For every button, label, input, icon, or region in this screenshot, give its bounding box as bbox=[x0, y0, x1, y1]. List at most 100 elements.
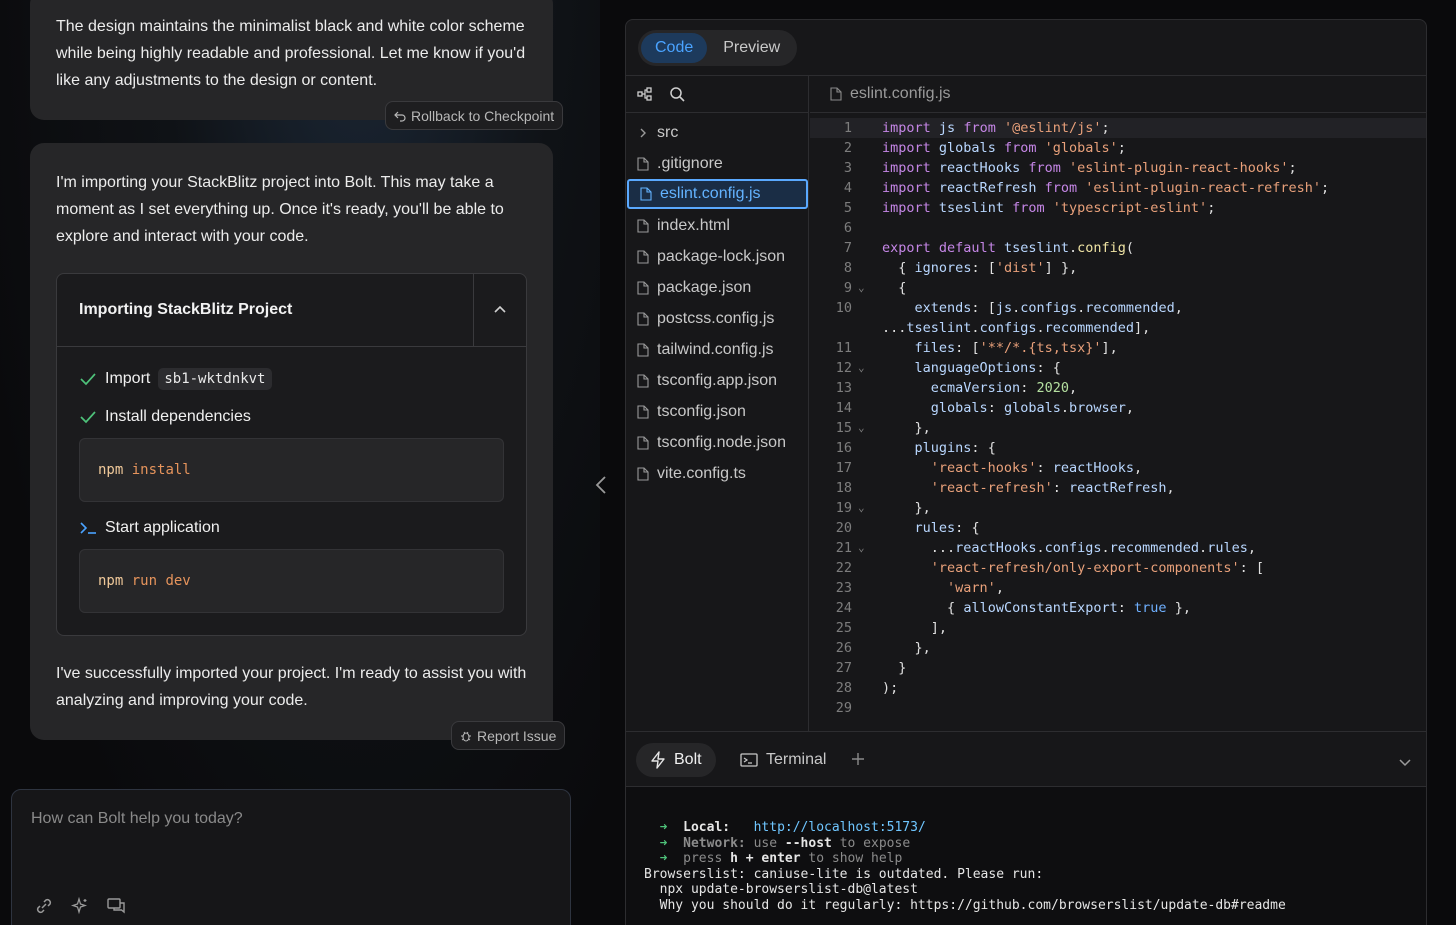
code-text: import reactRefresh from 'eslint-plugin-… bbox=[882, 180, 1330, 196]
tree-folder-src[interactable]: src bbox=[626, 118, 809, 148]
line-number: 24 bbox=[835, 600, 852, 616]
code-line[interactable]: 11 files: ['**/*.{ts,tsx}'], bbox=[810, 338, 1426, 358]
code-line[interactable]: 12 ⌄ languageOptions: { bbox=[810, 358, 1426, 378]
code-text: ...tseslint.configs.recommended], bbox=[882, 320, 1151, 336]
code-editor[interactable]: 1 import js from '@eslint/js'; 2 import glo… bbox=[810, 118, 1426, 730]
help-text: press bbox=[683, 851, 731, 867]
tree-file[interactable]: index.html bbox=[626, 211, 809, 241]
tree-file-selected[interactable]: eslint.config.js bbox=[627, 179, 808, 209]
import-artifact-header[interactable]: Importing StackBlitz Project bbox=[57, 274, 526, 347]
tab-terminal[interactable]: Terminal bbox=[726, 743, 840, 777]
code-line[interactable]: 13 ecmaVersion: 2020, bbox=[810, 378, 1426, 398]
code-line[interactable]: 10 extends: [js.configs.recommended, bbox=[810, 298, 1426, 318]
toggle-terminal-button[interactable] bbox=[1398, 754, 1412, 772]
tab-code[interactable]: Code bbox=[641, 33, 708, 63]
discuss-icon[interactable] bbox=[106, 896, 126, 916]
plus-icon bbox=[852, 753, 864, 765]
terminal-line: Browserslist: caniuse-lite is outdated. … bbox=[644, 866, 1044, 882]
file-icon bbox=[637, 405, 649, 419]
code-text: languageOptions: { bbox=[914, 360, 1061, 376]
tab-bolt-terminal[interactable]: Bolt bbox=[636, 743, 716, 777]
report-issue-button[interactable]: Report Issue bbox=[451, 721, 566, 750]
code-line[interactable]: 20 rules: { bbox=[810, 518, 1426, 538]
network-flag: --host bbox=[784, 835, 832, 851]
rollback-button[interactable]: Rollback to Checkpoint bbox=[385, 101, 564, 130]
fold-chevron-icon[interactable]: ⌄ bbox=[858, 278, 872, 298]
check-icon bbox=[80, 373, 96, 386]
code-line[interactable]: 7 export default tseslint.config( bbox=[810, 238, 1426, 258]
tree-file[interactable]: vite.config.ts bbox=[626, 459, 809, 489]
attach-link-icon[interactable] bbox=[34, 896, 54, 916]
tree-file[interactable]: tsconfig.json bbox=[626, 397, 809, 427]
code-line[interactable]: 27 } bbox=[810, 658, 1426, 678]
tab-preview[interactable]: Preview bbox=[709, 33, 794, 63]
code-line[interactable]: 18 'react-refresh': reactRefresh, bbox=[810, 478, 1426, 498]
code-line[interactable]: 1 import js from '@eslint/js'; bbox=[810, 118, 1426, 138]
code-line[interactable]: 5 import tseslint from 'typescript-eslint… bbox=[810, 198, 1426, 218]
code-text: } bbox=[898, 660, 907, 676]
collapse-sidebar-button[interactable] bbox=[591, 474, 611, 496]
prompt-actions bbox=[34, 896, 126, 916]
tree-file[interactable]: tsconfig.node.json bbox=[626, 428, 809, 458]
terminal-line: Why you should do it regularly: https://… bbox=[644, 897, 1286, 913]
code-line[interactable]: 29 bbox=[810, 698, 1426, 718]
page-scrollbar[interactable] bbox=[1440, 0, 1450, 925]
collapse-button[interactable] bbox=[473, 274, 526, 346]
tree-file[interactable]: .gitignore bbox=[626, 149, 809, 179]
code-line[interactable]: ...tseslint.configs.recommended], bbox=[810, 318, 1426, 338]
code-line[interactable]: 28); bbox=[810, 678, 1426, 698]
line-number: 3 bbox=[843, 160, 852, 176]
file-icon bbox=[637, 281, 649, 295]
add-terminal-button[interactable] bbox=[851, 750, 865, 770]
code-line[interactable]: 6 bbox=[810, 218, 1426, 238]
prompt-input[interactable] bbox=[31, 810, 551, 828]
tree-file[interactable]: tsconfig.app.json bbox=[626, 366, 809, 396]
sparkle-icon[interactable] bbox=[70, 896, 90, 916]
tree-file[interactable]: package.json bbox=[626, 273, 809, 303]
tree-file[interactable]: postcss.config.js bbox=[626, 304, 809, 334]
step-import: Import sb1-wktdnkvt bbox=[79, 368, 272, 390]
code-line[interactable]: 17 'react-hooks': reactHooks, bbox=[810, 458, 1426, 478]
tree-view-icon[interactable] bbox=[636, 85, 654, 103]
command-name: npm bbox=[98, 573, 124, 589]
command-args: install bbox=[131, 462, 191, 478]
code-line[interactable]: 3 import reactHooks from 'eslint-plugin-r… bbox=[810, 158, 1426, 178]
code-line[interactable]: 8 { ignores: ['dist'] }, bbox=[810, 258, 1426, 278]
code-line[interactable]: 16 plugins: { bbox=[810, 438, 1426, 458]
code-text: ecmaVersion: 2020, bbox=[930, 380, 1078, 396]
code-text: globals: globals.browser, bbox=[930, 400, 1135, 416]
code-line[interactable]: 14 globals: globals.browser, bbox=[810, 398, 1426, 418]
search-icon[interactable] bbox=[668, 85, 686, 103]
code-line[interactable]: 26 }, bbox=[810, 638, 1426, 658]
command-block: npm run dev bbox=[79, 549, 504, 613]
code-text: 'react-hooks': reactHooks, bbox=[930, 460, 1143, 476]
code-line[interactable]: 19 ⌄ }, bbox=[810, 498, 1426, 518]
fold-chevron-icon[interactable]: ⌄ bbox=[858, 358, 872, 378]
terminal-output[interactable]: ➜ Local: http://localhost:5173/ ➜ Networ… bbox=[626, 787, 1426, 925]
code-line[interactable]: 25 ], bbox=[810, 618, 1426, 638]
tree-item-label: index.html bbox=[657, 217, 730, 234]
tree-file[interactable]: tailwind.config.js bbox=[626, 335, 809, 365]
code-line[interactable]: 9 ⌄ { bbox=[810, 278, 1426, 298]
fold-chevron-icon[interactable]: ⌄ bbox=[858, 498, 872, 518]
file-icon bbox=[640, 187, 652, 201]
line-number: 28 bbox=[835, 680, 852, 696]
code-line[interactable]: 15 ⌄ }, bbox=[810, 418, 1426, 438]
line-number: 21 bbox=[835, 540, 852, 556]
code-line[interactable]: 4 import reactRefresh from 'eslint-plugin… bbox=[810, 178, 1426, 198]
code-line[interactable]: 23 'warn', bbox=[810, 578, 1426, 598]
message-text: I've successfully imported your project.… bbox=[56, 665, 527, 709]
line-number: 5 bbox=[843, 200, 852, 216]
fold-chevron-icon[interactable]: ⌄ bbox=[858, 418, 872, 438]
local-url[interactable]: http://localhost:5173/ bbox=[754, 820, 926, 835]
fold-chevron-icon[interactable]: ⌄ bbox=[858, 538, 872, 558]
tree-item-label: tsconfig.app.json bbox=[657, 372, 778, 389]
code-line[interactable]: 2 import globals from 'globals'; bbox=[810, 138, 1426, 158]
code-line[interactable]: 22 'react-refresh/only-export-components… bbox=[810, 558, 1426, 578]
code-line[interactable]: 21 ⌄ ...reactHooks.configs.recommended.ru… bbox=[810, 538, 1426, 558]
code-line[interactable]: 24 { allowConstantExport: true }, bbox=[810, 598, 1426, 618]
tree-file[interactable]: package-lock.json bbox=[626, 242, 809, 272]
terminal-line: npx update-browserslist-db@latest bbox=[644, 882, 918, 898]
line-number: 18 bbox=[835, 480, 852, 496]
tree-item-label: package.json bbox=[657, 279, 752, 296]
